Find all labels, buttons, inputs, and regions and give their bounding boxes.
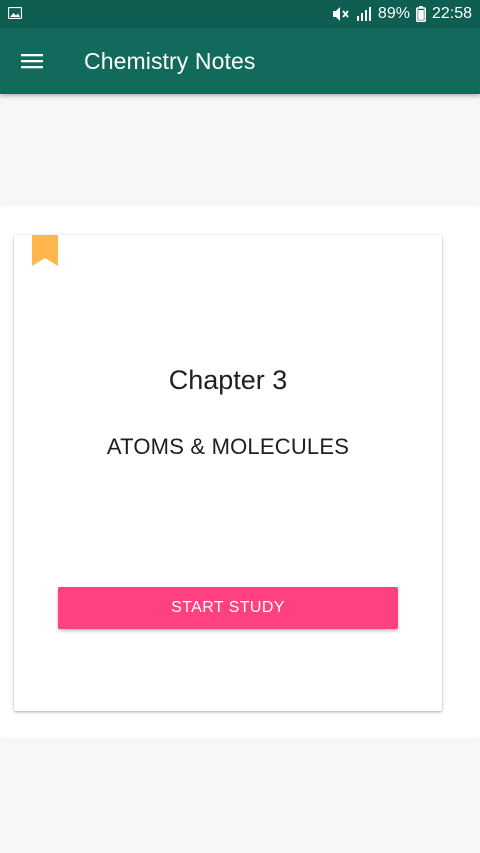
bookmark-icon[interactable] [32, 235, 58, 266]
battery-icon [415, 6, 426, 22]
chapter-card: Chapter 3 ATOMS & MOLECULES START STUDY [14, 235, 442, 711]
menu-button[interactable] [10, 39, 54, 83]
app-title: Chemistry Notes [84, 48, 256, 74]
battery-percentage: 89% [377, 5, 410, 22]
image-icon [8, 7, 22, 19]
mute-icon [332, 7, 349, 21]
chapter-number: Chapter 3 [168, 365, 288, 395]
status-indicators: 89% 22:58 [332, 4, 472, 24]
app-bar: Chemistry Notes [0, 28, 480, 94]
start-study-button[interactable]: START STUDY [58, 587, 398, 629]
menu-icon [21, 54, 43, 69]
clock: 22:58 [431, 5, 472, 22]
status-bar: 89% 22:58 [0, 0, 480, 28]
signal-icon [356, 7, 371, 21]
chapter-title: ATOMS & MOLECULES [106, 434, 350, 459]
